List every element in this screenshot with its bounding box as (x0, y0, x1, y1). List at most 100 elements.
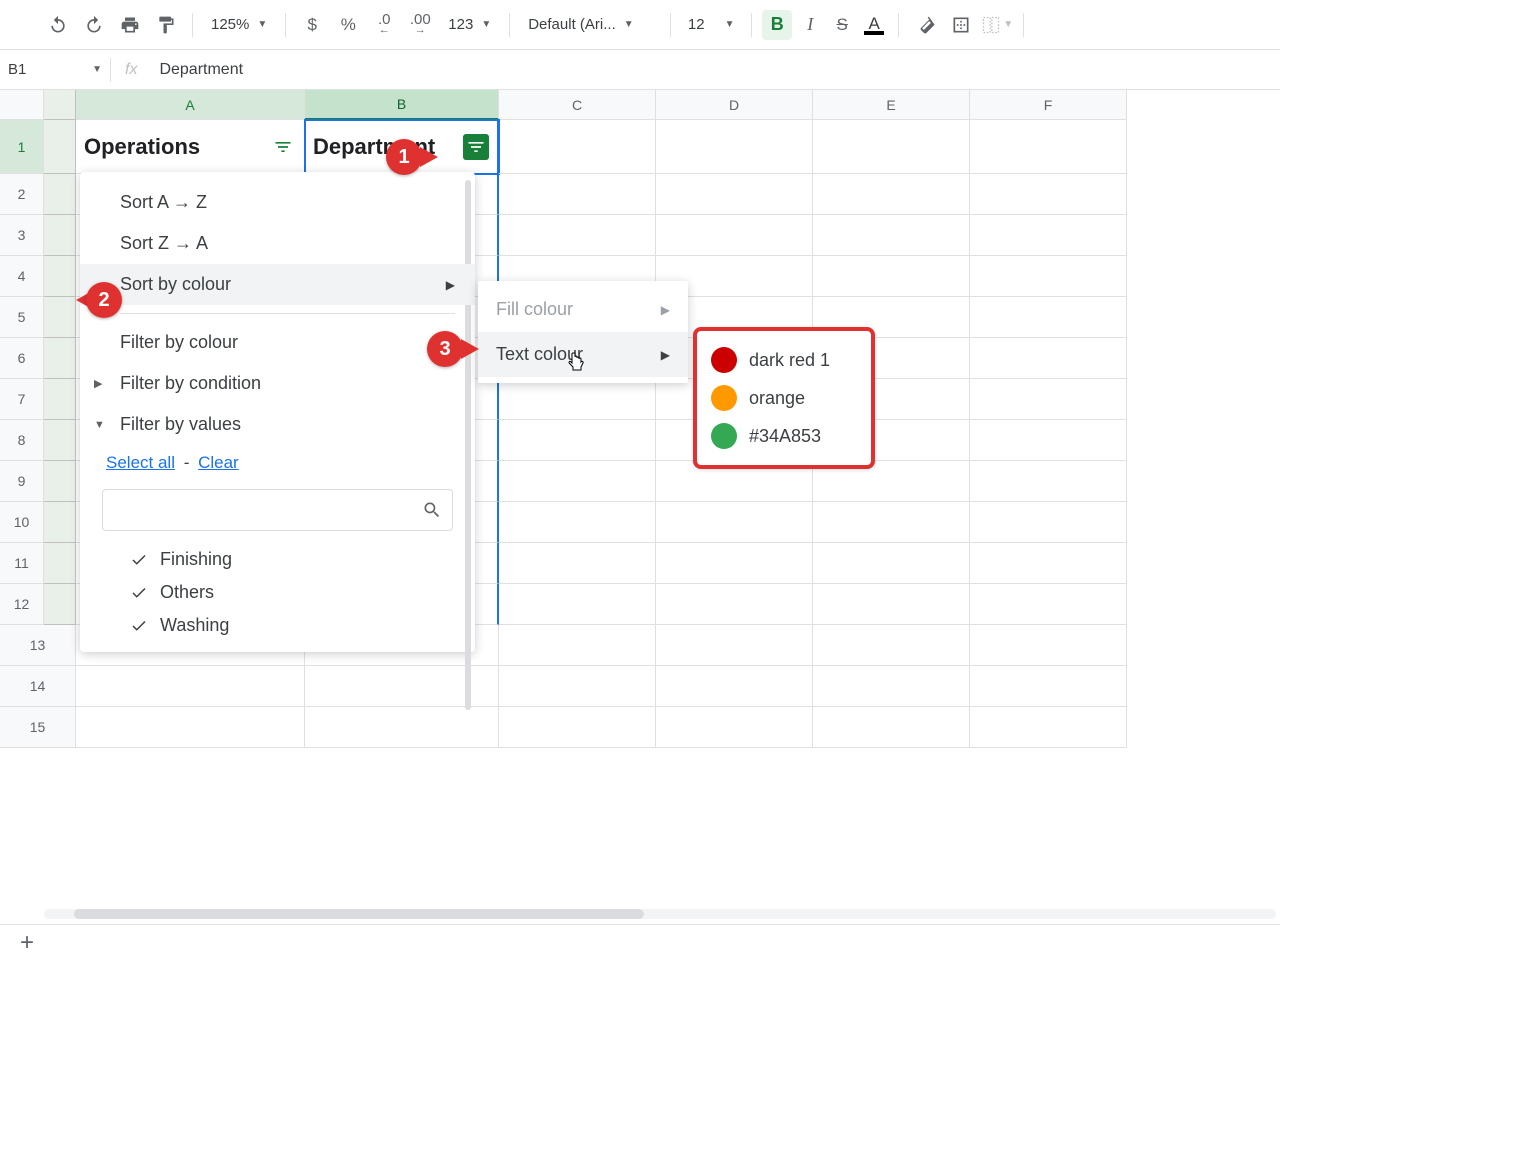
cell-f3[interactable] (970, 215, 1127, 256)
cell-c14[interactable] (499, 666, 656, 707)
cell-c10[interactable] (499, 502, 656, 543)
decrease-decimal-button[interactable]: .0← (368, 9, 400, 41)
cell-c12[interactable] (499, 584, 656, 625)
filter-icon[interactable] (270, 134, 296, 160)
cell-c1[interactable] (499, 120, 656, 174)
sort-az-item[interactable]: Sort A → Z (80, 182, 475, 223)
fill-color-button[interactable] (909, 9, 941, 41)
cell-e3[interactable] (813, 215, 970, 256)
cell-e4[interactable] (813, 256, 970, 297)
filter-value-others[interactable]: Others (80, 576, 475, 609)
row-header-2[interactable]: 2 (0, 174, 44, 215)
col-header-c[interactable]: C (499, 90, 656, 120)
italic-button[interactable]: I (796, 14, 824, 35)
col-header-b[interactable]: B (305, 90, 499, 120)
text-color-button[interactable]: A (860, 14, 888, 35)
select-all-link[interactable]: Select all (106, 453, 175, 472)
col-header-f[interactable]: F (970, 90, 1127, 120)
row-header-4[interactable]: 4 (0, 256, 44, 297)
cell-f13[interactable] (970, 625, 1127, 666)
cell-e14[interactable] (813, 666, 970, 707)
filter-by-values-item[interactable]: ▼Filter by values (80, 404, 475, 445)
cell-a1[interactable]: Operations (76, 120, 305, 174)
add-sheet-button[interactable]: + (10, 929, 44, 957)
cell-c2[interactable] (499, 174, 656, 215)
paint-format-button[interactable] (150, 9, 182, 41)
col-header-a[interactable]: A (76, 90, 305, 120)
font-select[interactable]: Default (Ari...▼ (520, 9, 660, 41)
number-format-select[interactable]: 123▼ (440, 9, 499, 41)
cell-f7[interactable] (970, 379, 1127, 420)
row-header-14[interactable]: 14 (0, 666, 76, 707)
cell-c7[interactable] (499, 379, 656, 420)
cell-c3[interactable] (499, 215, 656, 256)
filter-icon-active[interactable] (463, 134, 489, 160)
cell-e10[interactable] (813, 502, 970, 543)
row-header-11[interactable]: 11 (0, 543, 44, 584)
increase-decimal-button[interactable]: .00→ (404, 9, 436, 41)
select-all-corner[interactable] (0, 90, 44, 120)
cell-d12[interactable] (656, 584, 813, 625)
colour-option-orange[interactable]: orange (705, 379, 863, 417)
cell-f12[interactable] (970, 584, 1127, 625)
cell-d14[interactable] (656, 666, 813, 707)
borders-button[interactable] (945, 9, 977, 41)
row-header-8[interactable]: 8 (0, 420, 44, 461)
row-header-1[interactable]: 1 (0, 120, 44, 174)
redo-button[interactable] (78, 9, 110, 41)
cell-c11[interactable] (499, 543, 656, 584)
col-header-d[interactable]: D (656, 90, 813, 120)
cell-d13[interactable] (656, 625, 813, 666)
cell-b15[interactable] (305, 707, 499, 748)
horizontal-scrollbar[interactable] (44, 908, 1276, 920)
cell-f6[interactable] (970, 338, 1127, 379)
bold-button[interactable]: B (762, 10, 792, 40)
col-header-e[interactable]: E (813, 90, 970, 120)
cell-c15[interactable] (499, 707, 656, 748)
cell-e1[interactable] (813, 120, 970, 174)
cell-f5[interactable] (970, 297, 1127, 338)
sort-by-colour-item[interactable]: Sort by colour▶ (80, 264, 475, 305)
text-colour-item[interactable]: Text colour▶ (478, 332, 688, 377)
cell-f2[interactable] (970, 174, 1127, 215)
row-header-15[interactable]: 15 (0, 707, 76, 748)
colour-option-green[interactable]: #34A853 (705, 417, 863, 455)
cell-d11[interactable] (656, 543, 813, 584)
cell-f8[interactable] (970, 420, 1127, 461)
cell-c9[interactable] (499, 461, 656, 502)
zoom-select[interactable]: 125%▼ (203, 9, 275, 41)
filter-by-condition-item[interactable]: ▶Filter by condition (80, 363, 475, 404)
cell-d3[interactable] (656, 215, 813, 256)
colour-option-dark-red-1[interactable]: dark red 1 (705, 341, 863, 379)
row-header-13[interactable]: 13 (0, 625, 76, 666)
cell-f10[interactable] (970, 502, 1127, 543)
row-header-7[interactable]: 7 (0, 379, 44, 420)
row-header-6[interactable]: 6 (0, 338, 44, 379)
row-header-10[interactable]: 10 (0, 502, 44, 543)
name-box[interactable]: B1▼ (0, 61, 110, 78)
cell-e12[interactable] (813, 584, 970, 625)
cell-f9[interactable] (970, 461, 1127, 502)
filter-search-input[interactable] (102, 489, 453, 531)
format-currency-button[interactable]: $ (296, 9, 328, 41)
cell-d10[interactable] (656, 502, 813, 543)
format-percent-button[interactable]: % (332, 9, 364, 41)
filter-by-colour-item[interactable]: Filter by colour (80, 322, 475, 363)
row-header-5[interactable]: 5 (0, 297, 44, 338)
cell-e13[interactable] (813, 625, 970, 666)
clear-link[interactable]: Clear (198, 453, 239, 472)
cell-c8[interactable] (499, 420, 656, 461)
row-header-12[interactable]: 12 (0, 584, 44, 625)
cell-f4[interactable] (970, 256, 1127, 297)
cell-f14[interactable] (970, 666, 1127, 707)
row-header-3[interactable]: 3 (0, 215, 44, 256)
filter-search-field[interactable] (113, 501, 422, 519)
cell-e2[interactable] (813, 174, 970, 215)
row-header-9[interactable]: 9 (0, 461, 44, 502)
cell-e15[interactable] (813, 707, 970, 748)
strikethrough-button[interactable]: S (828, 15, 856, 35)
sort-za-item[interactable]: Sort Z → A (80, 223, 475, 264)
merge-cells-button[interactable]: ▼ (981, 9, 1013, 41)
filter-value-finishing[interactable]: Finishing (80, 543, 475, 576)
cell-f11[interactable] (970, 543, 1127, 584)
